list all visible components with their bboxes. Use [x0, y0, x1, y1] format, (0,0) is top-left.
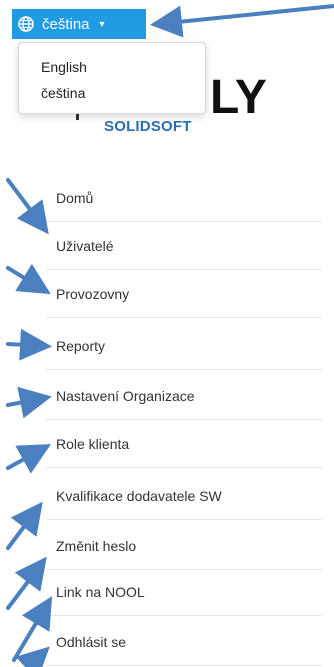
sidebar-item-client-role[interactable]: Role klienta [46, 420, 322, 468]
sidebar-item-label: Kvalifikace dodavatele SW [56, 487, 222, 504]
sidebar-item-label: Reporty [56, 337, 106, 354]
sidebar-item-change-password[interactable]: Změnit heslo [46, 522, 322, 570]
sidebar-item-label: Link na NOOL [56, 583, 145, 600]
sidebar-item-label: Nastavení Organizace [56, 387, 195, 404]
sidebar-item-organization-settings[interactable]: Nastavení Organizace [46, 372, 322, 420]
sidebar-item-label: Uživatelé [56, 237, 114, 254]
sidebar-item-reports[interactable]: Reporty [46, 322, 322, 370]
sidebar-item-label: Domů [56, 189, 94, 206]
sidebar-item-label: Odhlásit se [56, 633, 127, 650]
language-dropdown: English čeština [18, 42, 206, 114]
sidebar-item-logout[interactable]: Odhlásit se [46, 618, 322, 666]
sidebar-item-supplier-qualification[interactable]: Kvalifikace dodavatele SW [46, 472, 322, 520]
sidebar-item-label: Role klienta [56, 435, 130, 452]
language-option-cestina[interactable]: čeština [41, 85, 85, 101]
sidebar-item-nool-link[interactable]: Link na NOOL [46, 568, 322, 616]
sidebar-item-home[interactable]: Domů [46, 174, 322, 222]
language-option-english[interactable]: English [41, 59, 87, 75]
sidebar-item-label: Provozovny [56, 285, 130, 302]
sidebar-item-users[interactable]: Uživatelé [46, 222, 322, 270]
sidebar-item-establishments[interactable]: Provozovny [46, 270, 322, 318]
sidebar-item-label: Změnit heslo [56, 537, 137, 554]
